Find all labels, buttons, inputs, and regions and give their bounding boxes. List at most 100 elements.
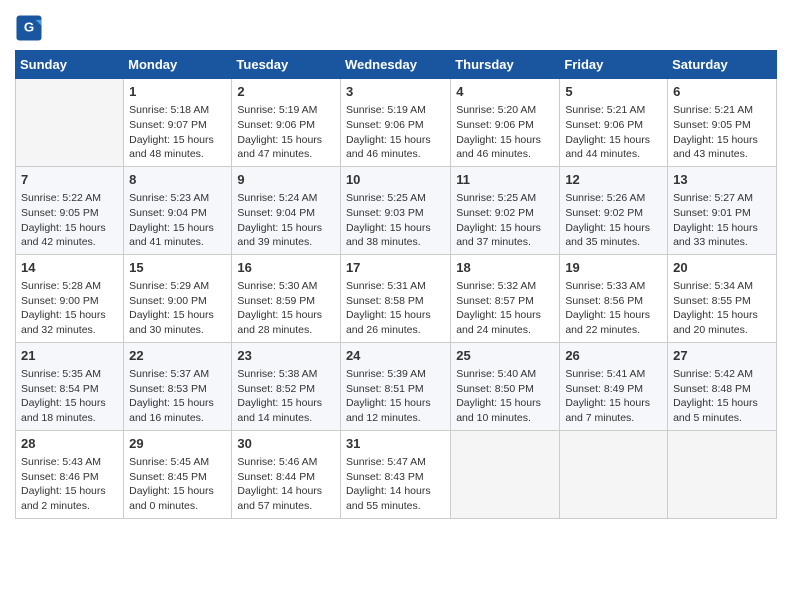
day-number: 1	[129, 83, 226, 101]
weekday-header-tuesday: Tuesday	[232, 51, 341, 79]
calendar-cell: 19 Sunrise: 5:33 AM Sunset: 8:56 PM Dayli…	[560, 254, 668, 342]
day-info: Sunrise: 5:18 AM Sunset: 9:07 PM Dayligh…	[129, 103, 226, 162]
day-info: Sunrise: 5:46 AM Sunset: 8:44 PM Dayligh…	[237, 455, 335, 514]
calendar-cell: 3 Sunrise: 5:19 AM Sunset: 9:06 PM Daylig…	[340, 79, 450, 167]
day-number: 19	[565, 259, 662, 277]
day-info: Sunrise: 5:28 AM Sunset: 9:00 PM Dayligh…	[21, 279, 118, 338]
day-number: 27	[673, 347, 771, 365]
calendar-cell: 25Sunrise: 5:40 AM Sunset: 8:50 PM Dayli…	[451, 342, 560, 430]
day-number: 17	[346, 259, 445, 277]
day-info: Sunrise: 5:21 AM Sunset: 9:05 PM Dayligh…	[673, 103, 771, 162]
day-info: Sunrise: 5:37 AM Sunset: 8:53 PM Dayligh…	[129, 367, 226, 426]
calendar-cell: 26Sunrise: 5:41 AM Sunset: 8:49 PM Dayli…	[560, 342, 668, 430]
day-info: Sunrise: 5:32 AM Sunset: 8:57 PM Dayligh…	[456, 279, 554, 338]
day-number: 15	[129, 259, 226, 277]
calendar-cell: 5 Sunrise: 5:21 AM Sunset: 9:06 PM Daylig…	[560, 79, 668, 167]
calendar-cell: 6 Sunrise: 5:21 AM Sunset: 9:05 PM Daylig…	[668, 79, 777, 167]
calendar-cell: 13 Sunrise: 5:27 AM Sunset: 9:01 PM Dayli…	[668, 166, 777, 254]
calendar-cell: 21Sunrise: 5:35 AM Sunset: 8:54 PM Dayli…	[16, 342, 124, 430]
calendar-cell: 7 Sunrise: 5:22 AM Sunset: 9:05 PM Daylig…	[16, 166, 124, 254]
day-info: Sunrise: 5:27 AM Sunset: 9:01 PM Dayligh…	[673, 191, 771, 250]
day-info: Sunrise: 5:25 AM Sunset: 9:03 PM Dayligh…	[346, 191, 445, 250]
week-row-2: 7 Sunrise: 5:22 AM Sunset: 9:05 PM Daylig…	[16, 166, 777, 254]
day-number: 9	[237, 171, 335, 189]
day-number: 25	[456, 347, 554, 365]
day-info: Sunrise: 5:45 AM Sunset: 8:45 PM Dayligh…	[129, 455, 226, 514]
day-info: Sunrise: 5:43 AM Sunset: 8:46 PM Dayligh…	[21, 455, 118, 514]
day-info: Sunrise: 5:34 AM Sunset: 8:55 PM Dayligh…	[673, 279, 771, 338]
calendar-cell	[668, 430, 777, 518]
weekday-header-wednesday: Wednesday	[340, 51, 450, 79]
calendar-cell: 9 Sunrise: 5:24 AM Sunset: 9:04 PM Daylig…	[232, 166, 341, 254]
day-number: 2	[237, 83, 335, 101]
day-info: Sunrise: 5:22 AM Sunset: 9:05 PM Dayligh…	[21, 191, 118, 250]
week-row-3: 14 Sunrise: 5:28 AM Sunset: 9:00 PM Dayli…	[16, 254, 777, 342]
day-info: Sunrise: 5:33 AM Sunset: 8:56 PM Dayligh…	[565, 279, 662, 338]
day-number: 29	[129, 435, 226, 453]
calendar-cell	[16, 79, 124, 167]
calendar-cell	[451, 430, 560, 518]
logo: G	[15, 14, 47, 42]
day-info: Sunrise: 5:26 AM Sunset: 9:02 PM Dayligh…	[565, 191, 662, 250]
day-number: 16	[237, 259, 335, 277]
day-info: Sunrise: 5:19 AM Sunset: 9:06 PM Dayligh…	[346, 103, 445, 162]
day-info: Sunrise: 5:20 AM Sunset: 9:06 PM Dayligh…	[456, 103, 554, 162]
calendar-cell: 22Sunrise: 5:37 AM Sunset: 8:53 PM Dayli…	[124, 342, 232, 430]
day-number: 8	[129, 171, 226, 189]
calendar-cell: 18 Sunrise: 5:32 AM Sunset: 8:57 PM Dayli…	[451, 254, 560, 342]
calendar-cell: 27 Sunrise: 5:42 AM Sunset: 8:48 PM Dayli…	[668, 342, 777, 430]
calendar-cell: 11 Sunrise: 5:25 AM Sunset: 9:02 PM Dayli…	[451, 166, 560, 254]
day-info: Sunrise: 5:21 AM Sunset: 9:06 PM Dayligh…	[565, 103, 662, 162]
day-number: 18	[456, 259, 554, 277]
day-number: 21	[21, 347, 118, 365]
day-info: Sunrise: 5:24 AM Sunset: 9:04 PM Dayligh…	[237, 191, 335, 250]
day-number: 6	[673, 83, 771, 101]
day-number: 5	[565, 83, 662, 101]
weekday-header-monday: Monday	[124, 51, 232, 79]
day-number: 28	[21, 435, 118, 453]
day-info: Sunrise: 5:30 AM Sunset: 8:59 PM Dayligh…	[237, 279, 335, 338]
weekday-header-saturday: Saturday	[668, 51, 777, 79]
week-row-4: 21Sunrise: 5:35 AM Sunset: 8:54 PM Dayli…	[16, 342, 777, 430]
day-info: Sunrise: 5:23 AM Sunset: 9:04 PM Dayligh…	[129, 191, 226, 250]
day-info: Sunrise: 5:19 AM Sunset: 9:06 PM Dayligh…	[237, 103, 335, 162]
calendar-table: SundayMondayTuesdayWednesdayThursdayFrid…	[15, 50, 777, 519]
weekday-header-friday: Friday	[560, 51, 668, 79]
calendar-cell: 17 Sunrise: 5:31 AM Sunset: 8:58 PM Dayli…	[340, 254, 450, 342]
day-info: Sunrise: 5:39 AM Sunset: 8:51 PM Dayligh…	[346, 367, 445, 426]
calendar-cell: 28 Sunrise: 5:43 AM Sunset: 8:46 PM Dayli…	[16, 430, 124, 518]
day-number: 13	[673, 171, 771, 189]
calendar-cell: 16 Sunrise: 5:30 AM Sunset: 8:59 PM Dayli…	[232, 254, 341, 342]
calendar-cell: 4Sunrise: 5:20 AM Sunset: 9:06 PM Daylig…	[451, 79, 560, 167]
day-info: Sunrise: 5:47 AM Sunset: 8:43 PM Dayligh…	[346, 455, 445, 514]
header: G	[15, 10, 777, 42]
day-number: 14	[21, 259, 118, 277]
day-number: 3	[346, 83, 445, 101]
calendar-cell: 14 Sunrise: 5:28 AM Sunset: 9:00 PM Dayli…	[16, 254, 124, 342]
calendar-cell: 15 Sunrise: 5:29 AM Sunset: 9:00 PM Dayli…	[124, 254, 232, 342]
calendar-cell: 30Sunrise: 5:46 AM Sunset: 8:44 PM Dayli…	[232, 430, 341, 518]
calendar-cell: 1 Sunrise: 5:18 AM Sunset: 9:07 PM Daylig…	[124, 79, 232, 167]
calendar-cell: 8 Sunrise: 5:23 AM Sunset: 9:04 PM Daylig…	[124, 166, 232, 254]
svg-text:G: G	[24, 20, 34, 35]
weekday-header-thursday: Thursday	[451, 51, 560, 79]
day-info: Sunrise: 5:42 AM Sunset: 8:48 PM Dayligh…	[673, 367, 771, 426]
logo-icon: G	[15, 14, 43, 42]
calendar-cell: 12Sunrise: 5:26 AM Sunset: 9:02 PM Dayli…	[560, 166, 668, 254]
weekday-header-row: SundayMondayTuesdayWednesdayThursdayFrid…	[16, 51, 777, 79]
day-number: 26	[565, 347, 662, 365]
calendar-cell: 23 Sunrise: 5:38 AM Sunset: 8:52 PM Dayli…	[232, 342, 341, 430]
day-info: Sunrise: 5:25 AM Sunset: 9:02 PM Dayligh…	[456, 191, 554, 250]
day-info: Sunrise: 5:31 AM Sunset: 8:58 PM Dayligh…	[346, 279, 445, 338]
day-number: 11	[456, 171, 554, 189]
day-number: 20	[673, 259, 771, 277]
calendar-cell: 24Sunrise: 5:39 AM Sunset: 8:51 PM Dayli…	[340, 342, 450, 430]
day-number: 23	[237, 347, 335, 365]
week-row-5: 28 Sunrise: 5:43 AM Sunset: 8:46 PM Dayli…	[16, 430, 777, 518]
day-info: Sunrise: 5:38 AM Sunset: 8:52 PM Dayligh…	[237, 367, 335, 426]
weekday-header-sunday: Sunday	[16, 51, 124, 79]
calendar-cell: 31Sunrise: 5:47 AM Sunset: 8:43 PM Dayli…	[340, 430, 450, 518]
day-info: Sunrise: 5:29 AM Sunset: 9:00 PM Dayligh…	[129, 279, 226, 338]
calendar-cell: 29 Sunrise: 5:45 AM Sunset: 8:45 PM Dayli…	[124, 430, 232, 518]
day-number: 7	[21, 171, 118, 189]
